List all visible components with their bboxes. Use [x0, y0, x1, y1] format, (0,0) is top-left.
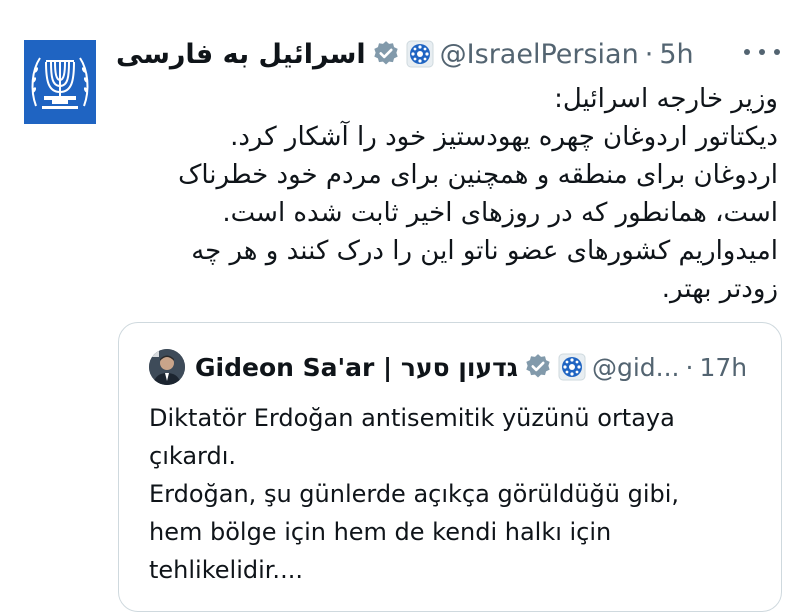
quoted-tweet-timestamp[interactable]: 17h: [699, 353, 747, 382]
quoted-text-line: Diktatör Erdoğan antisemitik yüzünü orta…: [149, 404, 675, 432]
verified-badge-icon: [526, 354, 550, 378]
tweet-timestamp[interactable]: 5h: [659, 39, 693, 70]
tweet-header: اسرائیل به فارسی @IsraelPersian · 5h: [116, 32, 694, 76]
quoted-text-line: tehlikelidir....: [149, 556, 303, 584]
quoted-text-line: Erdoğan, şu günlerde açıkça görüldüğü gi…: [149, 480, 680, 508]
quoted-author-handle[interactable]: @gid...: [592, 353, 680, 382]
quoted-text-line: çıkardı.: [149, 442, 237, 470]
author-handle[interactable]: @IsraelPersian: [440, 39, 639, 70]
author-avatar[interactable]: [24, 40, 96, 124]
tweet-text-line: امیدواریم کشورهای عضو ناتو این را درک کن…: [191, 236, 778, 266]
quoted-tweet-header: Gideon Sa'ar | גדעון סער @gid... · 17h: [149, 347, 779, 387]
person-avatar-icon: [149, 349, 185, 385]
tweet-text-line: دیکتاتور اردوغان چهره یهودستیز خود را آش…: [230, 122, 778, 152]
quoted-author-avatar[interactable]: [149, 349, 185, 385]
more-options-icon[interactable]: [744, 38, 780, 66]
quoted-tweet-text: Diktatör Erdoğan antisemitik yüzünü orta…: [149, 399, 769, 589]
affiliate-emblem-icon: [558, 353, 586, 381]
israel-emblem-icon: [24, 40, 96, 124]
affiliate-emblem-icon: [406, 40, 434, 68]
quoted-header-separator: ·: [685, 352, 694, 382]
verified-badge-icon: [374, 41, 398, 65]
tweet-text: وزیر خارجه اسرائیل: دیکتاتور اردوغان چهر…: [150, 80, 778, 308]
quoted-author-name[interactable]: Gideon Sa'ar | גדעון סער: [195, 353, 518, 382]
quoted-tweet-card[interactable]: Gideon Sa'ar | גדעון סער @gid... · 17h D…: [118, 322, 782, 612]
author-name[interactable]: اسرائیل به فارسی: [116, 39, 366, 70]
tweet-text-line: وزیر خارجه اسرائیل:: [554, 84, 778, 114]
tweet-text-line: زودتر بهتر.: [661, 274, 778, 304]
quoted-text-line: hem bölge için hem de kendi halkı için: [149, 518, 612, 546]
header-separator: ·: [644, 38, 654, 70]
tweet-text-line: است، همانطور که در روزهای اخیر ثابت شده …: [222, 198, 778, 228]
tweet-text-line: اردوغان برای منطقه و همچنین برای مردم خو…: [178, 160, 778, 190]
